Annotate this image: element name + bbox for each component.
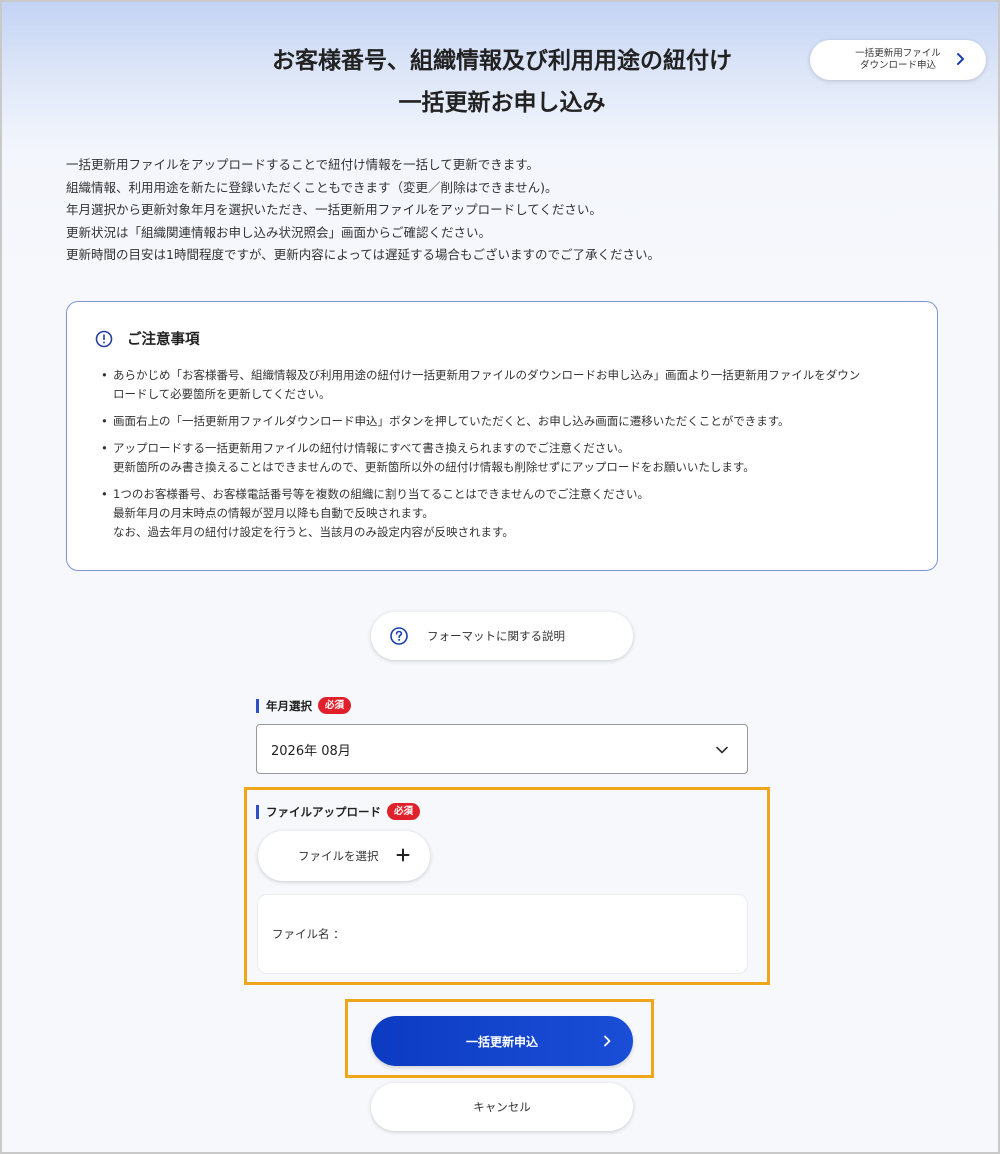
- month-field-label-text: 年月選択: [266, 698, 312, 713]
- filename-display: ファイル名 ：: [257, 894, 748, 974]
- chevron-right-icon: [957, 53, 964, 65]
- page-frame: お客様番号、組織情報及び利用用途の紐付け 一括更新お申し込み 一括更新用ファイル…: [0, 0, 1000, 1154]
- chevron-right-icon: [604, 1035, 611, 1047]
- notice-heading-text: ご注意事項: [127, 332, 200, 348]
- download-request-label-line1: 一括更新用ファイル: [855, 48, 941, 59]
- format-help-button[interactable]: フォーマットに関する説明: [371, 612, 633, 660]
- bulk-update-submit-label: 一括更新申込: [465, 1034, 538, 1049]
- download-request-label-line2: ダウンロード申込: [859, 60, 936, 71]
- intro-line: 更新状況は「組織関連情報お申し込み状況照会」画面からご確認ください。: [66, 224, 492, 240]
- label-accent-bar: [256, 698, 259, 713]
- choose-file-label: ファイルを選択: [298, 849, 379, 863]
- month-select[interactable]: 2026年 08月: [256, 724, 748, 774]
- choose-file-button[interactable]: ファイルを選択: [258, 831, 430, 881]
- required-badge: 必須: [318, 697, 352, 714]
- notice-item: あらかじめ「お客様番号、組織情報及び利用用途の紐付け一括更新用ファイルのダウンロ…: [101, 366, 921, 404]
- page-title-line2: 一括更新お申し込み: [398, 90, 606, 116]
- intro-line: 年月選択から更新対象年月を選択いただき、一括更新用ファイルをアップロードしてくだ…: [66, 202, 602, 217]
- notice-heading: ご注意事項: [95, 328, 200, 349]
- intro-line: 更新時間の目安は1時間程度ですが、更新内容によっては遅延する場合もございますので…: [66, 247, 660, 262]
- label-accent-bar: [256, 804, 259, 819]
- cancel-label: キャンセル: [473, 1100, 531, 1114]
- filename-label: ファイル名 ：: [272, 927, 345, 941]
- month-field-label: 年月選択 必須: [256, 697, 352, 714]
- plus-icon: [396, 848, 410, 862]
- upload-field-label-text: ファイルアップロード: [266, 804, 381, 819]
- notice-list: あらかじめ「お客様番号、組織情報及び利用用途の紐付け一括更新用ファイルのダウンロ…: [101, 366, 921, 550]
- cancel-button[interactable]: キャンセル: [371, 1083, 633, 1131]
- notice-item: 画面右上の「一括更新用ファイルダウンロード申込」ボタンを押していただくと、お申し…: [101, 412, 921, 431]
- download-request-button[interactable]: 一括更新用ファイル ダウンロード申込: [810, 40, 986, 80]
- notice-box: ご注意事項 あらかじめ「お客様番号、組織情報及び利用用途の紐付け一括更新用ファイ…: [66, 301, 938, 571]
- page-title: お客様番号、組織情報及び利用用途の紐付け 一括更新お申し込み: [202, 40, 802, 124]
- info-icon: [95, 330, 113, 347]
- month-select-value: 2026年 08月: [271, 743, 351, 759]
- question-circle-icon: [390, 627, 408, 645]
- format-help-label: フォーマットに関する説明: [427, 629, 565, 643]
- page-title-line1: お客様番号、組織情報及び利用用途の紐付け: [272, 48, 732, 74]
- notice-item: 1つのお客様番号、お客様電話番号等を複数の組織に割り当てることはできませんのでご…: [101, 485, 921, 542]
- notice-item: アップロードする一括更新用ファイルの紐付け情報にすべて書き換えられますのでご注意…: [101, 439, 921, 477]
- intro-text: 一括更新用ファイルをアップロードすることで紐付け情報を一括して更新できます。 組…: [66, 154, 946, 267]
- bulk-update-submit-button[interactable]: 一括更新申込: [371, 1016, 633, 1066]
- required-badge: 必須: [387, 803, 421, 820]
- intro-line: 一括更新用ファイルをアップロードすることで紐付け情報を一括して更新できます。: [66, 157, 540, 172]
- chevron-down-icon: [716, 746, 728, 754]
- upload-field-label: ファイルアップロード 必須: [256, 803, 421, 820]
- intro-line: 組織情報、利用用途を新たに登録いただくこともできます（変更／削除はできません)。: [66, 179, 558, 195]
